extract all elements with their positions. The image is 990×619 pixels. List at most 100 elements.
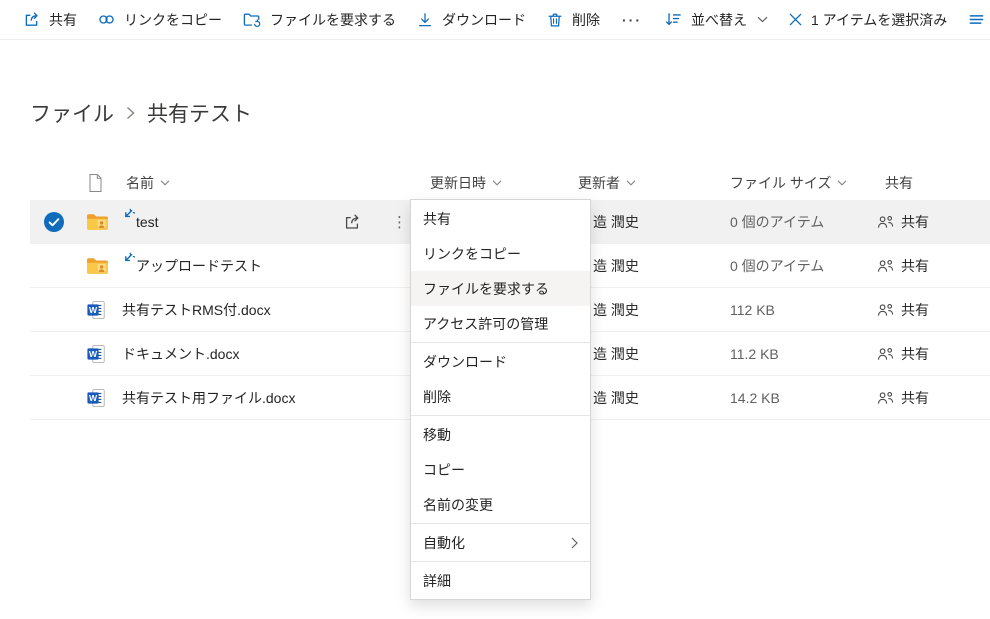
download-button[interactable]: ダウンロード	[406, 0, 536, 39]
word-document-icon: W	[86, 300, 106, 320]
sharing-status-label: 共有	[901, 256, 929, 276]
file-name[interactable]: 共有テストRMS付.docx	[122, 300, 271, 320]
file-name[interactable]: 共有テスト用ファイル.docx	[122, 388, 295, 408]
file-type-icon: W	[86, 300, 106, 320]
list-view-icon	[967, 10, 986, 29]
column-header-name[interactable]: 名前	[126, 173, 170, 193]
row-share-icon[interactable]	[342, 212, 362, 232]
modified-by-cell: 造 潤史	[593, 344, 639, 364]
breadcrumb: ファイル 共有テスト	[30, 98, 252, 128]
column-header-modified-by[interactable]: 更新者	[578, 173, 636, 193]
breadcrumb-current: 共有テスト	[147, 98, 252, 128]
file-name[interactable]: test	[136, 214, 159, 230]
sharing-status-label: 共有	[901, 300, 929, 320]
context-menu-item[interactable]: 共有	[411, 201, 590, 236]
menu-divider	[411, 561, 590, 562]
sharing-cell: 共有	[877, 300, 929, 320]
context-menu-item[interactable]: ダウンロード	[411, 344, 590, 379]
list-header: 名前 更新日時 更新者 ファイル サイズ 共有	[30, 165, 990, 200]
chevron-down-icon	[626, 180, 636, 186]
people-icon	[877, 391, 894, 405]
file-name[interactable]: ドキュメント.docx	[122, 344, 239, 364]
sharing-status-label: 共有	[901, 212, 929, 232]
context-menu-item[interactable]: 詳細	[411, 563, 590, 598]
new-item-badge-icon	[122, 208, 135, 221]
file-size-cell: 11.2 KB	[730, 346, 779, 362]
clear-selection-button[interactable]: 1 アイテムを選択済み	[778, 10, 957, 30]
file-size-cell: 112 KB	[730, 302, 775, 318]
file-name-cell: 共有テスト用ファイル.docx	[122, 388, 295, 408]
request-files-icon	[242, 10, 262, 29]
file-type-column-icon	[88, 173, 103, 193]
menu-divider	[411, 523, 590, 524]
context-menu: 共有 リンクをコピー ファイルを要求する アクセス許可の管理 ダウンロード 削除	[410, 199, 591, 600]
share-button[interactable]: 共有	[12, 0, 87, 39]
share-icon	[22, 10, 41, 29]
context-menu-item[interactable]: ファイルを要求する	[411, 271, 590, 306]
file-type-icon: W	[86, 388, 106, 408]
file-name-cell: test	[122, 214, 159, 230]
shared-folder-icon	[86, 256, 109, 275]
copy-link-button[interactable]: リンクをコピー	[87, 0, 232, 39]
context-menu-item[interactable]: コピー	[411, 452, 590, 487]
context-menu-item[interactable]: 名前の変更	[411, 487, 590, 522]
svg-text:W: W	[89, 305, 98, 315]
file-size-cell: 0 個のアイテム	[730, 256, 824, 276]
modified-by-cell: 造 潤史	[593, 212, 639, 232]
context-menu-item[interactable]: 自動化	[411, 525, 590, 560]
row-hover-actions: ⋮	[342, 212, 411, 232]
sharing-cell: 共有	[877, 256, 929, 276]
context-menu-item[interactable]: 移動	[411, 417, 590, 452]
link-icon	[97, 10, 116, 29]
modified-by-cell: 造 潤史	[593, 256, 639, 276]
sharing-cell: 共有	[877, 212, 929, 232]
column-header-file-size[interactable]: ファイル サイズ	[730, 173, 847, 193]
breadcrumb-root[interactable]: ファイル	[30, 98, 114, 128]
word-document-icon: W	[86, 388, 106, 408]
column-header-sharing[interactable]: 共有	[885, 173, 913, 193]
modified-by-cell: 造 潤史	[593, 300, 639, 320]
sharing-cell: 共有	[877, 344, 929, 364]
file-name-cell: アップロードテスト	[122, 256, 262, 276]
delete-button-label: 削除	[572, 10, 600, 30]
download-button-label: ダウンロード	[442, 10, 526, 30]
menu-divider	[411, 415, 590, 416]
sort-icon	[664, 10, 683, 29]
copy-link-button-label: リンクをコピー	[124, 10, 222, 30]
file-name[interactable]: アップロードテスト	[136, 256, 262, 276]
command-bar: 共有 リンクをコピー ファイルを要求する ダウンロード 削除 ··· 並べ替え	[0, 0, 990, 40]
people-icon	[877, 303, 894, 317]
selection-status: 1 アイテムを選択済み	[811, 10, 947, 30]
trash-icon	[546, 11, 564, 29]
more-commands-button[interactable]: ···	[610, 0, 654, 39]
context-menu-item[interactable]: アクセス許可の管理	[411, 306, 590, 341]
sharing-status-label: 共有	[901, 388, 929, 408]
close-icon	[788, 12, 803, 27]
word-document-icon: W	[86, 344, 106, 364]
file-name-cell: 共有テストRMS付.docx	[122, 300, 271, 320]
request-files-button[interactable]: ファイルを要求する	[232, 0, 406, 39]
file-name-cell: ドキュメント.docx	[122, 344, 239, 364]
file-size-cell: 14.2 KB	[730, 390, 780, 406]
sort-button-label: 並べ替え	[691, 10, 747, 30]
file-type-icon: W	[86, 256, 109, 275]
sharing-status-label: 共有	[901, 344, 929, 364]
row-selected-checkbox[interactable]	[44, 212, 64, 232]
people-icon	[877, 347, 894, 361]
chevron-down-icon	[492, 180, 502, 186]
sharing-cell: 共有	[877, 388, 929, 408]
svg-text:W: W	[89, 349, 98, 359]
context-menu-item[interactable]: 削除	[411, 379, 590, 414]
request-files-button-label: ファイルを要求する	[270, 10, 396, 30]
download-icon	[416, 11, 434, 29]
row-more-actions-icon[interactable]: ⋮	[388, 213, 411, 231]
context-menu-item[interactable]: リンクをコピー	[411, 236, 590, 271]
chevron-right-icon	[571, 537, 578, 549]
chevron-down-icon	[160, 180, 170, 186]
delete-button[interactable]: 削除	[536, 0, 610, 39]
column-header-modified[interactable]: 更新日時	[430, 173, 502, 193]
svg-text:W: W	[89, 393, 98, 403]
view-options-button[interactable]	[957, 10, 990, 29]
modified-by-cell: 造 潤史	[593, 388, 639, 408]
sort-button[interactable]: 並べ替え	[654, 10, 778, 30]
